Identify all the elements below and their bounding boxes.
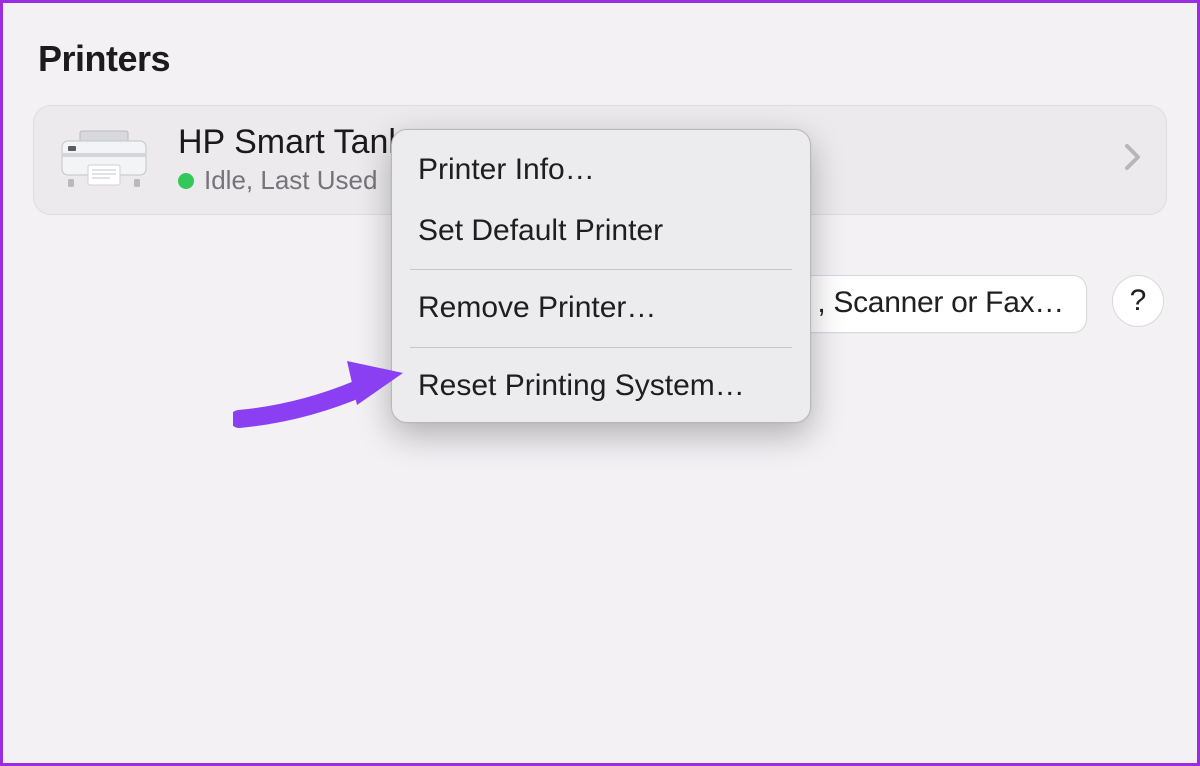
menu-separator [410, 347, 792, 348]
help-icon: ? [1130, 284, 1147, 318]
chevron-right-icon [1124, 143, 1142, 178]
menu-item-reset-printing-system[interactable]: Reset Printing System… [392, 356, 810, 417]
context-menu: Printer Info… Set Default Printer Remove… [391, 129, 811, 423]
status-dot-icon [178, 173, 194, 189]
help-button[interactable]: ? [1112, 275, 1164, 327]
printer-status-text: Idle, Last Used [204, 165, 377, 196]
menu-separator [410, 269, 792, 270]
add-printer-label: , Scanner or Fax… [817, 286, 1064, 319]
add-printer-button[interactable]: , Scanner or Fax… [794, 275, 1087, 333]
menu-item-printer-info[interactable]: Printer Info… [392, 140, 810, 201]
annotation-arrow-icon [233, 353, 403, 433]
section-title: Printers [38, 38, 1167, 80]
printer-icon [58, 129, 150, 191]
menu-item-remove-printer[interactable]: Remove Printer… [392, 278, 810, 339]
menu-item-set-default[interactable]: Set Default Printer [392, 201, 810, 262]
